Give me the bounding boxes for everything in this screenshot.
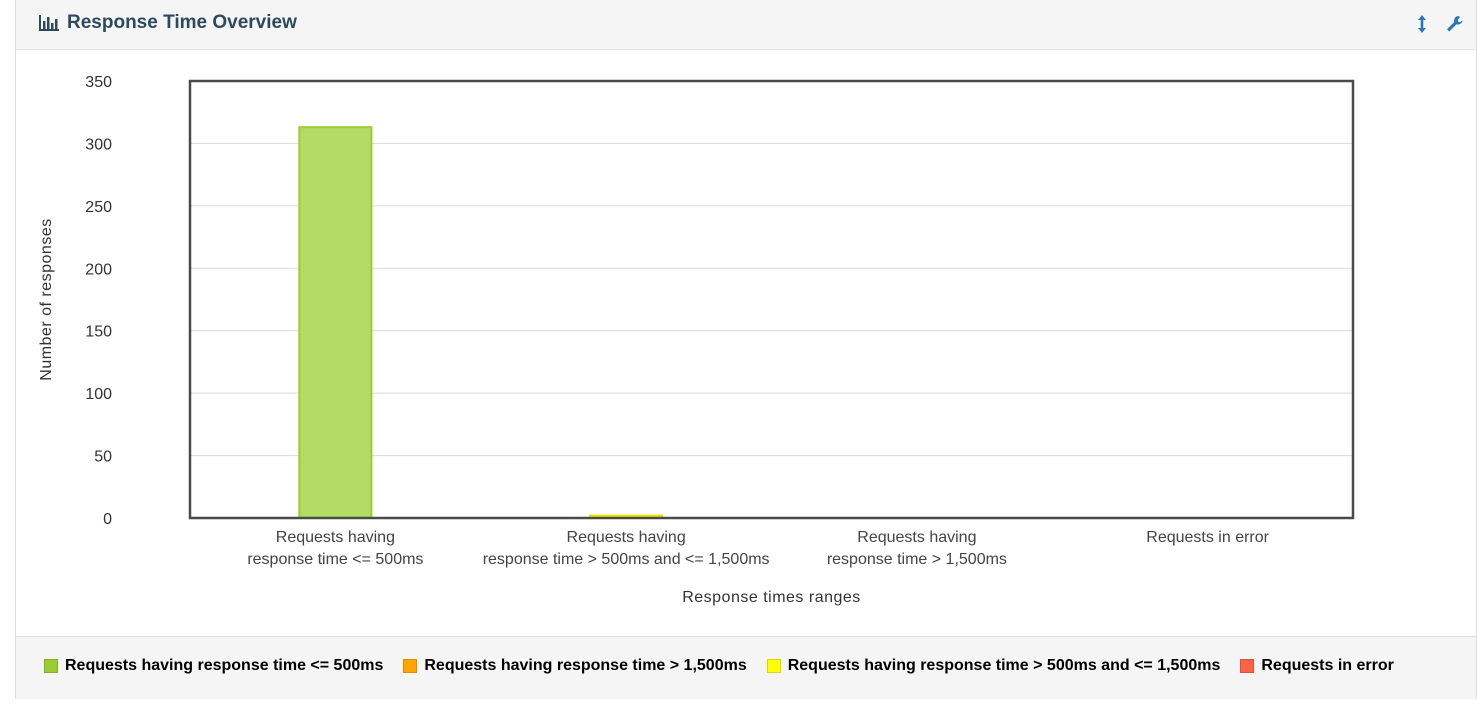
legend-item[interactable]: Requests in error: [1240, 657, 1394, 675]
legend-item[interactable]: Requests having response time <= 500ms: [44, 657, 383, 675]
wrench-icon[interactable]: [1444, 13, 1464, 35]
y-tick-label: 150: [85, 324, 112, 341]
panel-heading: Response Time Overview: [16, 0, 1476, 50]
x-tick-label-line: response time > 500ms and <= 1,500ms: [483, 551, 770, 568]
x-tick-label-line: Requests having: [276, 529, 395, 546]
x-tick-label: Requests having response time > 500ms and…: [483, 529, 770, 568]
y-axis-label: Number of responses: [38, 218, 55, 380]
legend: Requests having response time <= 500ms Re…: [44, 657, 1414, 675]
x-tick-labels: Requests having response time <= 500msReq…: [247, 529, 1269, 568]
x-tick-label-line: response time <= 500ms: [247, 551, 423, 568]
x-axis-label: Response times ranges: [682, 589, 861, 606]
panel-title-wrap: Response Time Overview: [38, 12, 297, 34]
y-tick-label: 50: [94, 449, 112, 466]
bar[interactable]: [298, 126, 373, 519]
y-tick-label: 300: [85, 136, 112, 153]
legend-label: Requests in error: [1261, 657, 1394, 674]
x-tick-label-line: Requests in error: [1146, 529, 1269, 546]
x-tick-label: Requests in error: [1146, 529, 1269, 546]
x-tick-label: Requests having response time <= 500ms: [247, 529, 423, 568]
x-tick-label: Requests having response time > 1,500ms: [827, 529, 1007, 568]
legend-swatch: [1240, 659, 1255, 673]
y-tick-label: 0: [103, 511, 112, 528]
x-tick-label-line: response time > 1,500ms: [827, 551, 1007, 568]
legend-swatch: [403, 659, 418, 673]
y-tick-label: 350: [85, 74, 112, 91]
legend-swatch: [766, 659, 781, 673]
legend-swatch: [44, 659, 58, 673]
resize-vertical-icon[interactable]: [1412, 13, 1432, 35]
legend-bar: Requests having response time <= 500ms Re…: [16, 636, 1476, 699]
panel-title: Response Time Overview: [67, 12, 297, 33]
y-tick-label: 250: [85, 199, 112, 216]
response-time-panel: Response Time Overview 350 300 250 200 150 10…: [15, 0, 1477, 699]
y-tick-labels: 350 300 250 200 150 100 50 0: [85, 74, 112, 528]
chart-area: 350 300 250 200 150 100 50 0 Requests having res…: [16, 50, 1476, 635]
legend-label: Requests having response time > 500ms an…: [787, 657, 1221, 674]
bar-chart-icon: [39, 15, 59, 31]
y-tick-label: 100: [85, 386, 112, 403]
legend-item[interactable]: Requests having response time > 500ms an…: [766, 657, 1221, 675]
legend-label: Requests having response time > 1,500ms: [424, 657, 747, 674]
x-tick-label-line: Requests having: [567, 529, 686, 546]
legend-label: Requests having response time <= 500ms: [65, 657, 384, 674]
bars: [298, 126, 664, 520]
legend-item[interactable]: Requests having response time > 1,500ms: [403, 657, 747, 675]
response-time-chart: 350 300 250 200 150 100 50 0 Requests having res…: [38, 74, 1355, 606]
y-tick-label: 200: [85, 261, 112, 278]
x-tick-label-line: Requests having: [857, 529, 976, 546]
